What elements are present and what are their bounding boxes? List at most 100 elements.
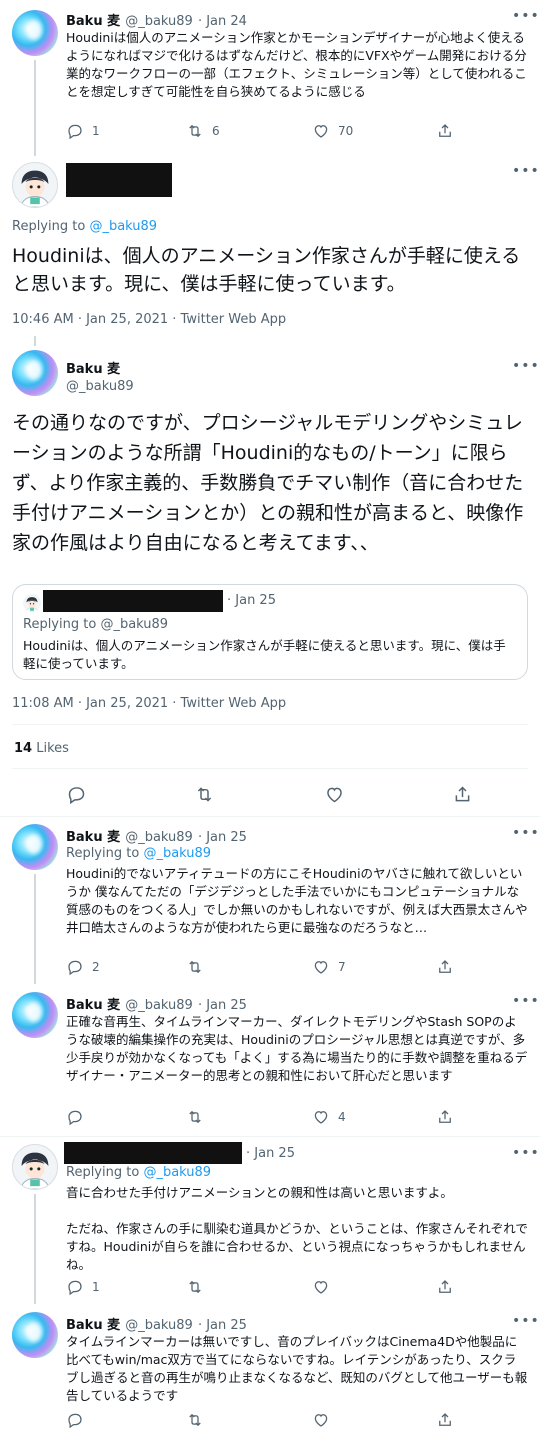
share-icon (436, 1108, 454, 1126)
author-handle[interactable]: @_baku89 (125, 14, 193, 29)
retweet-button[interactable] (186, 1278, 204, 1296)
share-button[interactable] (436, 958, 454, 976)
reply-button[interactable]: 1 (66, 122, 100, 140)
reply-button[interactable]: 1 (66, 1278, 100, 1296)
like-icon (312, 122, 330, 140)
like-button[interactable] (312, 1278, 330, 1296)
likes-count: 14 (14, 741, 33, 756)
tweet-text: 音に合わせた手付けアニメーションとの親和性は高いと思いますよ。 ただね、作家さん… (66, 1185, 528, 1272)
share-icon (452, 784, 473, 805)
reply-button[interactable] (66, 1411, 84, 1429)
quoted-tweet[interactable]: · Jan 25 Replying to @_baku89 Houdiniは、個… (12, 584, 528, 680)
retweet-button[interactable]: 6 (186, 122, 220, 140)
tweet-date[interactable]: · Jan 24 (198, 14, 247, 29)
retweet-icon (186, 1411, 204, 1429)
reply-button[interactable] (66, 1108, 84, 1126)
divider (12, 768, 528, 769)
like-icon (312, 1108, 330, 1126)
share-icon (436, 958, 454, 976)
tweet-date[interactable]: · Jan 25 (198, 1318, 247, 1333)
retweet-icon (186, 1108, 204, 1126)
retweet-icon (186, 1278, 204, 1296)
more-icon[interactable]: ••• (512, 825, 540, 841)
thread-line (34, 1194, 36, 1304)
replying-to-handle[interactable]: @_baku89 (143, 846, 211, 861)
tweet-date[interactable]: · Jan 25 (198, 998, 247, 1013)
like-icon (312, 1411, 330, 1429)
retweet-button[interactable] (186, 958, 204, 976)
redacted-author (66, 163, 172, 197)
share-icon (436, 1411, 454, 1429)
reply-count: 1 (92, 1280, 100, 1294)
share-button[interactable] (436, 1411, 454, 1429)
redacted-author (43, 590, 223, 612)
thread-line (34, 60, 36, 156)
more-icon[interactable]: ••• (512, 1313, 540, 1329)
avatar[interactable] (12, 992, 58, 1038)
share-button[interactable] (452, 784, 473, 805)
like-count: 70 (338, 124, 354, 138)
retweet-button[interactable] (194, 784, 215, 805)
reply-button[interactable]: 2 (66, 958, 100, 976)
like-button[interactable]: 70 (312, 122, 353, 140)
like-icon (324, 784, 345, 805)
like-button[interactable] (312, 1411, 330, 1429)
author-handle[interactable]: @_baku89 (125, 998, 193, 1013)
tweet-text: Houdiniは個人のアニメーション作家とかモーションデザイナーが心地よく使える… (66, 30, 527, 99)
replying-to-label: Replying to (66, 846, 140, 861)
reply-count: 1 (92, 124, 100, 138)
share-button[interactable] (436, 122, 454, 140)
replying-to-label: Replying to (23, 617, 97, 632)
like-button[interactable]: 4 (312, 1108, 346, 1126)
tweet-text: その通りなのですが、プロシージャルモデリングやシミュレーションのような所謂「Ho… (12, 412, 524, 554)
likes-stat[interactable]: 14 Likes (14, 741, 69, 756)
retweet-count: 6 (212, 124, 220, 138)
author-handle[interactable]: @_baku89 (66, 379, 134, 394)
more-icon[interactable]: ••• (512, 993, 540, 1009)
more-icon[interactable]: ••• (512, 8, 540, 24)
divider (0, 1136, 540, 1137)
retweet-button[interactable] (186, 1108, 204, 1126)
avatar[interactable] (12, 824, 58, 870)
avatar[interactable] (12, 1312, 58, 1358)
author-name[interactable]: Baku 麦 (66, 998, 120, 1013)
retweet-button[interactable] (186, 1411, 204, 1429)
quote-text: Houdiniは、個人のアニメーション作家さんが手軽に使えると思います。現に、僕… (23, 638, 506, 671)
tweet-timestamp[interactable]: 11:08 AM · Jan 25, 2021 · Twitter Web Ap… (12, 696, 286, 711)
author-name[interactable]: Baku 麦 (66, 1318, 120, 1333)
quote-date: · Jan 25 (227, 593, 276, 608)
author-handle[interactable]: @_baku89 (125, 830, 193, 845)
share-button[interactable] (436, 1278, 454, 1296)
reply-count: 2 (92, 960, 100, 974)
replying-to-handle[interactable]: @_baku89 (143, 1165, 211, 1180)
more-icon[interactable]: ••• (512, 358, 540, 374)
more-icon[interactable]: ••• (512, 1145, 540, 1161)
more-icon[interactable]: ••• (512, 163, 540, 179)
like-button[interactable]: 7 (312, 958, 346, 976)
share-button[interactable] (436, 1108, 454, 1126)
tweet-text: Houdiniは、個人のアニメーション作家さんが手軽に使えると思います。現に、僕… (12, 245, 521, 295)
share-icon (436, 1278, 454, 1296)
author-name[interactable]: Baku 麦 (66, 358, 134, 377)
thread-line (34, 874, 36, 984)
avatar[interactable] (12, 162, 58, 208)
author-name[interactable]: Baku 麦 (66, 14, 120, 29)
tweet-timestamp[interactable]: 10:46 AM · Jan 25, 2021 · Twitter Web Ap… (12, 312, 286, 327)
avatar[interactable] (12, 10, 58, 56)
author-handle[interactable]: @_baku89 (125, 1318, 193, 1333)
redacted-author (64, 1142, 242, 1164)
tweet-date[interactable]: · Jan 25 (198, 830, 247, 845)
retweet-icon (194, 784, 215, 805)
avatar[interactable] (12, 1144, 58, 1190)
avatar[interactable] (12, 350, 58, 396)
like-icon (312, 958, 330, 976)
replying-to-handle[interactable]: @_baku89 (89, 219, 157, 234)
author-name[interactable]: Baku 麦 (66, 830, 120, 845)
reply-icon (66, 1278, 84, 1296)
retweet-icon (186, 122, 204, 140)
likes-label: Likes (36, 741, 69, 756)
reply-button[interactable] (66, 784, 87, 805)
reply-icon (66, 784, 87, 805)
tweet-date[interactable]: · Jan 25 (246, 1146, 295, 1161)
like-button[interactable] (324, 784, 345, 805)
